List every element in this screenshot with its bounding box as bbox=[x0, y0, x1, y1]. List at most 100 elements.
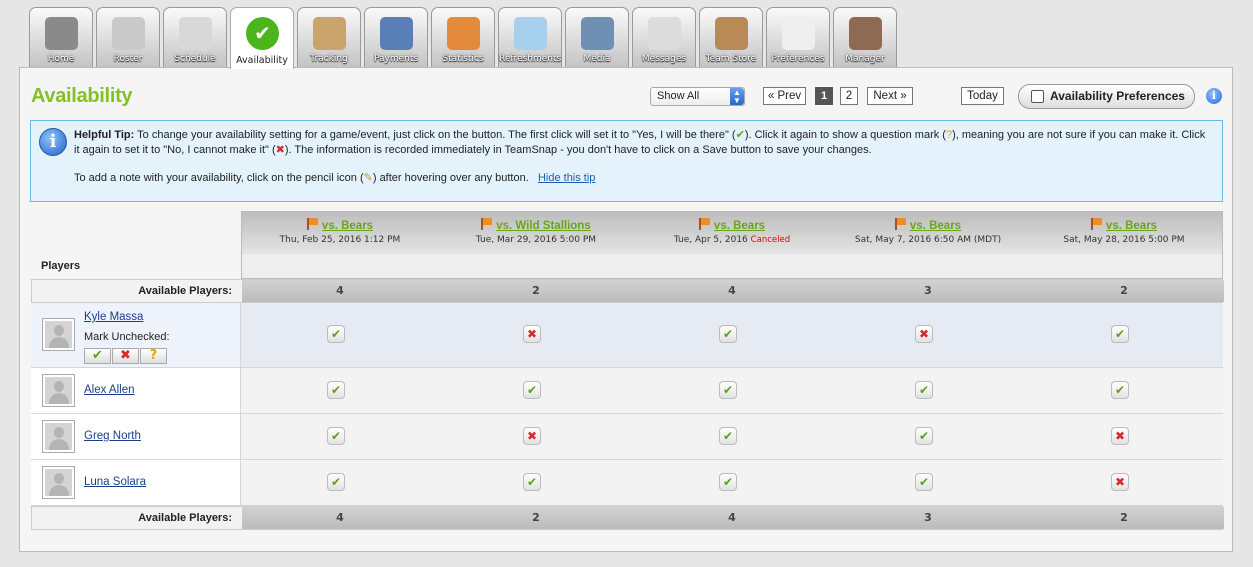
event-link[interactable]: vs. Wild Stallions bbox=[496, 220, 590, 232]
avatar bbox=[42, 420, 75, 453]
availability-yes-button[interactable]: ✔ bbox=[327, 325, 345, 343]
event-link[interactable]: vs. Bears bbox=[322, 220, 373, 232]
tab-refreshments[interactable]: Refreshments bbox=[498, 7, 562, 67]
availability-yes-button[interactable]: ✔ bbox=[327, 381, 345, 399]
mark-all-yes-button[interactable]: ✔ bbox=[84, 348, 111, 364]
tip-text-part: To add a note with your availability, cl… bbox=[74, 172, 364, 184]
page-title: Availability bbox=[31, 85, 133, 107]
avatar-placeholder-icon bbox=[45, 423, 72, 450]
event-link[interactable]: vs. Bears bbox=[910, 220, 961, 232]
availability-yes-button[interactable]: ✔ bbox=[523, 473, 541, 491]
tab-label: Roster bbox=[113, 54, 143, 64]
switch-icon bbox=[782, 17, 815, 50]
player-cell: Alex Allen bbox=[31, 368, 241, 413]
availability-yes-button[interactable]: ✔ bbox=[719, 381, 737, 399]
availability-yes-button[interactable]: ✔ bbox=[523, 381, 541, 399]
availability-yes-button[interactable]: ✔ bbox=[719, 325, 737, 343]
tab-label: Home bbox=[47, 54, 75, 64]
helpful-tip-box: i Helpful Tip: To change your availabili… bbox=[30, 120, 1223, 202]
event-header: vs. Bears Tue, Apr 5, 2016 Canceled bbox=[634, 218, 830, 245]
tab-label: Availability bbox=[236, 55, 288, 66]
availability-no-button[interactable]: ✖ bbox=[1111, 473, 1129, 491]
available-players-row: Available Players: 4 2 4 3 2 bbox=[31, 506, 1224, 530]
availability-yes-button[interactable]: ✔ bbox=[915, 381, 933, 399]
availability-yes-button[interactable]: ✔ bbox=[719, 473, 737, 491]
tab-label: Media bbox=[583, 54, 611, 64]
availability-yes-button[interactable]: ✔ bbox=[1111, 325, 1129, 343]
availability-no-button[interactable]: ✖ bbox=[1111, 427, 1129, 445]
tab-tracking[interactable]: Tracking bbox=[297, 7, 361, 67]
tab-label: Team Store bbox=[705, 54, 757, 64]
page-2-button[interactable]: 2 bbox=[840, 87, 858, 105]
tab-label: Statistics bbox=[442, 54, 484, 64]
available-count: 4 bbox=[336, 511, 344, 524]
today-button[interactable]: Today bbox=[961, 87, 1004, 105]
availability-preferences-button[interactable]: Availability Preferences bbox=[1018, 84, 1195, 109]
availability-yes-button[interactable]: ✔ bbox=[915, 473, 933, 491]
tab-media[interactable]: Media bbox=[565, 7, 629, 67]
document-icon bbox=[1031, 90, 1044, 103]
checkmark-icon: ✔ bbox=[246, 17, 279, 50]
page-1-button[interactable]: 1 bbox=[815, 87, 833, 105]
available-count: 2 bbox=[532, 284, 540, 297]
availability-yes-button[interactable]: ✔ bbox=[327, 427, 345, 445]
tab-preferences[interactable]: Preferences bbox=[766, 7, 830, 67]
availability-yes-button[interactable]: ✔ bbox=[1111, 381, 1129, 399]
tab-manager[interactable]: Manager bbox=[833, 7, 897, 67]
availability-yes-button[interactable]: ✔ bbox=[719, 427, 737, 445]
event-canceled-label: Canceled bbox=[750, 235, 791, 245]
tab-availability[interactable]: ✔ Availability bbox=[230, 7, 294, 69]
person-icon bbox=[849, 17, 882, 50]
tip-text-part: ) after hovering over any button. bbox=[372, 172, 529, 184]
tab-label: Schedule bbox=[174, 54, 216, 64]
player-name-link[interactable]: Kyle Massa bbox=[84, 311, 143, 323]
players-column-header: Players bbox=[41, 260, 81, 272]
x-icon: ✖ bbox=[275, 144, 285, 156]
show-filter-select[interactable]: Show All ▲ ▼ bbox=[650, 87, 745, 106]
event-link[interactable]: vs. Bears bbox=[714, 220, 765, 232]
availability-panel: Availability Show All ▲ ▼ « Prev 1 2 Next… bbox=[19, 67, 1233, 552]
avatar bbox=[42, 318, 75, 351]
tab-payments[interactable]: Payments bbox=[364, 7, 428, 67]
availability-cells: ✔ ✔ ✔ ✔ ✔ bbox=[241, 368, 1223, 413]
availability-no-button[interactable]: ✖ bbox=[523, 427, 541, 445]
event-date: Tue, Apr 5, 2016 Canceled bbox=[634, 235, 830, 245]
mark-all-maybe-button[interactable]: ? bbox=[140, 348, 167, 364]
player-row: Greg North ✔ ✖ ✔ ✔ ✖ bbox=[31, 414, 1223, 460]
tip-title: Helpful Tip: bbox=[74, 129, 135, 141]
next-page-button[interactable]: Next » bbox=[867, 87, 913, 105]
tab-schedule[interactable]: Schedule bbox=[163, 7, 227, 67]
hide-tip-link[interactable]: Hide this tip bbox=[538, 172, 595, 184]
tab-home[interactable]: Home bbox=[29, 7, 93, 67]
tab-label: Tracking bbox=[310, 54, 348, 64]
player-name-link[interactable]: Alex Allen bbox=[84, 384, 135, 396]
flag-icon bbox=[894, 218, 906, 230]
avatar-placeholder-icon bbox=[45, 377, 72, 404]
availability-yes-button[interactable]: ✔ bbox=[327, 473, 345, 491]
player-name-link[interactable]: Luna Solara bbox=[84, 476, 146, 488]
wallet-icon bbox=[380, 17, 413, 50]
event-date-text: Thu, Feb 25, 2016 1:12 PM bbox=[279, 235, 401, 245]
tab-roster[interactable]: Roster bbox=[96, 7, 160, 67]
tab-team-store[interactable]: Team Store bbox=[699, 7, 763, 67]
event-link[interactable]: vs. Bears bbox=[1106, 220, 1157, 232]
prev-page-button[interactable]: « Prev bbox=[763, 87, 806, 105]
event-header: vs. Wild Stallions Tue, Mar 29, 2016 5:00… bbox=[438, 218, 634, 245]
availability-no-button[interactable]: ✖ bbox=[915, 325, 933, 343]
water-glass-icon bbox=[514, 17, 547, 50]
availability-grid: vs. Bears Thu, Feb 25, 2016 1:12 PM vs. W… bbox=[31, 211, 1224, 532]
calendar-icon bbox=[179, 17, 212, 50]
event-date: Thu, Feb 25, 2016 1:12 PM bbox=[242, 235, 438, 245]
availability-yes-button[interactable]: ✔ bbox=[915, 427, 933, 445]
availability-no-button[interactable]: ✖ bbox=[523, 325, 541, 343]
event-header: vs. Bears Thu, Feb 25, 2016 1:12 PM bbox=[242, 218, 438, 245]
avatar bbox=[42, 466, 75, 499]
mark-unchecked-label: Mark Unchecked: bbox=[84, 331, 170, 343]
info-icon[interactable]: i bbox=[1206, 88, 1222, 104]
player-name-link[interactable]: Greg North bbox=[84, 430, 141, 442]
mark-all-no-button[interactable]: ✖ bbox=[112, 348, 139, 364]
tab-messages[interactable]: Messages bbox=[632, 7, 696, 67]
flag-icon bbox=[306, 218, 318, 230]
available-players-label: Available Players: bbox=[32, 280, 242, 302]
tab-statistics[interactable]: Statistics bbox=[431, 7, 495, 67]
